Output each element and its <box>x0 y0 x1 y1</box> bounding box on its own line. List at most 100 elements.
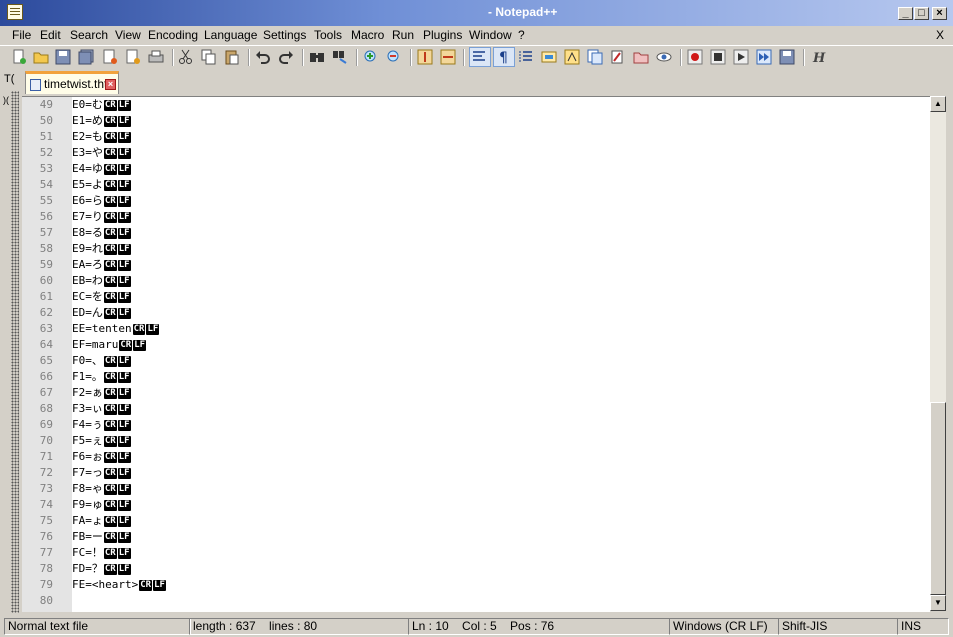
cut-icon[interactable] <box>178 49 194 65</box>
tab-close-icon[interactable]: × <box>105 79 116 90</box>
menu-window[interactable]: Window <box>469 27 512 43</box>
editor-line[interactable]: 67 F2=ぁ CR LF <box>22 385 930 401</box>
save-macro-icon[interactable] <box>779 49 795 65</box>
notepad-app-icon[interactable] <box>7 4 23 20</box>
menu-help[interactable]: ? <box>518 27 525 43</box>
editor-line[interactable]: 65 F0=、 CR LF <box>22 353 930 369</box>
folder-icon[interactable] <box>633 49 649 65</box>
editor-line[interactable]: 62 ED=ん CR LF <box>22 305 930 321</box>
editor-line[interactable]: 56 E7=り CR LF <box>22 209 930 225</box>
editor-line[interactable]: 58 E9=れ CR LF <box>22 241 930 257</box>
editor-line[interactable]: 79 FE=<heart> CR LF <box>22 577 930 593</box>
editor-line[interactable]: 60 EB=わ CR LF <box>22 273 930 289</box>
scroll-up-arrow-icon[interactable]: ▲ <box>930 96 946 112</box>
sync-vertical-scroll-icon[interactable] <box>417 49 433 65</box>
editor-line[interactable]: 77 FC=！ CR LF <box>22 545 930 561</box>
status-eol-format[interactable]: Windows (CR LF) <box>669 618 779 635</box>
status-encoding[interactable]: Shift-JIS <box>778 618 898 635</box>
maximize-button[interactable]: □ <box>914 7 929 20</box>
editor-line[interactable]: 55 E6=ら CR LF <box>22 193 930 209</box>
new-file-icon[interactable] <box>11 49 27 65</box>
folder-as-workspace-icon[interactable] <box>610 49 626 65</box>
editor-line[interactable]: 70 F5=ぇ CR LF <box>22 433 930 449</box>
line-number: 80 <box>39 594 53 607</box>
close-document-x[interactable]: X <box>936 27 944 43</box>
editor-line[interactable]: 80 <box>22 593 930 609</box>
zoom-out-icon[interactable] <box>386 49 402 65</box>
replace-icon[interactable] <box>332 49 348 65</box>
undo-icon[interactable] <box>255 49 271 65</box>
paste-icon[interactable] <box>224 49 240 65</box>
close-button[interactable]: × <box>932 7 947 20</box>
stop-recording-icon[interactable] <box>710 49 726 65</box>
minimize-button[interactable]: _ <box>898 7 913 20</box>
open-file-icon[interactable] <box>33 49 49 65</box>
editor-line[interactable]: 51 E2=も CR LF <box>22 129 930 145</box>
hex-editor-icon[interactable]: H <box>810 49 826 66</box>
editor-line[interactable]: 71 F6=ぉ CR LF <box>22 449 930 465</box>
editor-line[interactable]: 75 FA=ょ CR LF <box>22 513 930 529</box>
line-content: E8=る <box>72 226 103 239</box>
editor-line[interactable]: 53 E4=ゆ CR LF <box>22 161 930 177</box>
editor-line[interactable]: 50 E1=め CR LF <box>22 113 930 129</box>
menu-encoding[interactable]: Encoding <box>148 27 198 43</box>
copy-icon[interactable] <box>201 49 217 65</box>
editor-line[interactable]: 59 EA=ろ CR LF <box>22 257 930 273</box>
function-list-icon[interactable] <box>587 49 603 65</box>
indent-guide-icon[interactable] <box>518 49 534 65</box>
menu-plugins[interactable]: Plugins <box>423 27 462 43</box>
editor-line[interactable]: 61 EC=を CR LF <box>22 289 930 305</box>
zoom-in-icon[interactable] <box>363 49 379 65</box>
editor-line[interactable]: 69 F4=ぅ CR LF <box>22 417 930 433</box>
editor-line[interactable]: 52 E3=や CR LF <box>22 145 930 161</box>
redo-icon[interactable] <box>278 49 294 65</box>
menu-edit[interactable]: Edit <box>40 27 61 43</box>
vertical-scrollbar[interactable]: ▲ ▼ <box>930 96 946 611</box>
run-macro-multiple-icon[interactable] <box>756 49 772 65</box>
menu-settings[interactable]: Settings <box>263 27 306 43</box>
editor-line[interactable]: 72 F7=っ CR LF <box>22 465 930 481</box>
scroll-thumb[interactable] <box>930 402 946 595</box>
panel-grip[interactable] <box>11 91 19 613</box>
word-wrap-icon[interactable] <box>469 47 491 67</box>
menu-macro[interactable]: Macro <box>351 27 384 43</box>
editor-line[interactable]: 78 FD=？ CR LF <box>22 561 930 577</box>
menu-language[interactable]: Language <box>204 27 257 43</box>
show-all-characters-icon[interactable]: ¶ <box>493 47 515 67</box>
close-all-icon[interactable] <box>125 49 141 65</box>
editor-line[interactable]: 74 F9=ゅ CR LF <box>22 497 930 513</box>
menu-file[interactable]: File <box>12 27 31 43</box>
scroll-down-arrow-icon[interactable]: ▼ <box>930 595 946 611</box>
monitoring-eye-icon[interactable] <box>656 49 672 65</box>
line-content: E6=ら <box>72 194 103 207</box>
editor-line[interactable]: 73 F8=ゃ CR LF <box>22 481 930 497</box>
close-file-icon[interactable] <box>102 49 118 65</box>
line-number: 54 <box>39 178 53 191</box>
playback-macro-icon[interactable] <box>733 49 749 65</box>
record-macro-icon[interactable] <box>687 49 703 65</box>
save-icon[interactable] <box>55 49 71 65</box>
editor-line[interactable]: 76 FB=ー CR LF <box>22 529 930 545</box>
line-content: E0=む <box>72 98 103 111</box>
editor-line[interactable]: 49 E0=む CR LF <box>22 97 930 113</box>
menu-view[interactable]: View <box>115 27 141 43</box>
find-icon[interactable] <box>309 49 325 65</box>
menu-search[interactable]: Search <box>70 27 108 43</box>
editor-line[interactable]: 54 E5=よ CR LF <box>22 177 930 193</box>
editor-line[interactable]: 63 EE=tenten CR LF <box>22 321 930 337</box>
define-language-icon[interactable] <box>541 49 557 65</box>
document-map-icon[interactable] <box>564 49 580 65</box>
editor-area[interactable]: 49 E0=む CR LF 50 E1=め CR LF 51 E2=も CR LF 52 E3=や CR LF… <box>22 96 930 612</box>
tab-timetwist[interactable]: timetwist.tht × <box>25 71 119 94</box>
editor-line[interactable]: 64 EF=maru CR LF <box>22 337 930 353</box>
editor-line[interactable]: 68 F3=ぃ CR LF <box>22 401 930 417</box>
lf-marker: LF <box>117 532 131 543</box>
menu-run[interactable]: Run <box>392 27 414 43</box>
print-icon[interactable] <box>148 49 164 65</box>
sync-horizontal-scroll-icon[interactable] <box>440 49 456 65</box>
line-text: FB=ー CR LF <box>72 529 131 545</box>
menu-tools[interactable]: Tools <box>314 27 342 43</box>
save-all-icon[interactable] <box>78 49 94 65</box>
editor-line[interactable]: 66 F1=。 CR LF <box>22 369 930 385</box>
editor-line[interactable]: 57 E8=る CR LF <box>22 225 930 241</box>
